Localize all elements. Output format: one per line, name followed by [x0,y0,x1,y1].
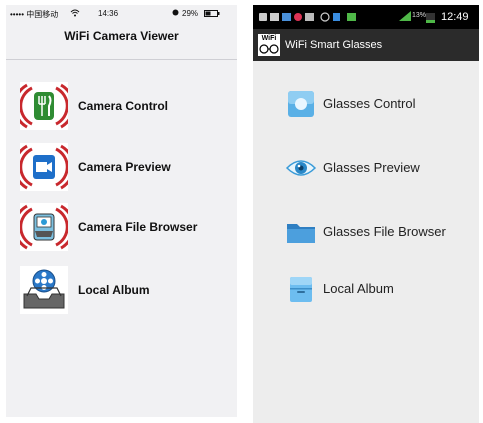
clock-label: 14:36 [98,9,119,18]
status-bar: ••••• 中国移动 14:36 29% [6,5,237,22]
menu-item-label: Camera Preview [78,160,171,174]
android-screen: 13% 12:49 WiFi WiFi Smart Glasses Glasse… [253,5,479,423]
menu-item-camera-control[interactable]: Camera Control [6,82,237,130]
app-title: WiFi Smart Glasses [285,39,383,51]
battery-percent: 29% [182,9,199,18]
menu-item-glasses-preview[interactable]: Glasses Preview [253,148,479,188]
menu-item-label: Local Album [323,281,394,296]
ios-screen: ••••• 中国移动 14:36 29% WiFi Camera Viewer [6,5,237,417]
app-icon-text: WiFi [261,35,277,42]
control-square-icon [285,88,317,120]
menu-item-label: Local Album [78,283,150,297]
menu-item-camera-preview[interactable]: Camera Preview [6,143,237,191]
menu-item-local-album[interactable]: Local Album [253,269,479,309]
film-reel-icon [20,266,68,314]
menu-item-label: Glasses Control [323,96,416,111]
alarm-icon [172,9,179,18]
battery-percent: 13% [412,12,427,19]
notification-icons [259,12,357,25]
app-icon: WiFi [258,34,280,56]
signal-icon [399,11,411,24]
menu-item-glasses-file-browser[interactable]: Glasses File Browser [253,212,479,252]
menu-item-glasses-control[interactable]: Glasses Control [253,84,479,124]
album-box-icon [285,273,317,305]
fork-knife-icon [13,82,75,130]
menu-item-label: Glasses File Browser [323,224,446,239]
menu-item-label: Camera Control [78,99,169,113]
status-bar: 13% 12:49 [253,5,479,29]
eye-icon [285,152,317,184]
file-browser-icon [13,203,75,251]
menu-item-label: Camera File Browser [78,220,198,234]
nav-divider [6,59,237,60]
battery-icon [204,10,220,19]
carrier-label: ••••• 中国移动 [10,10,59,19]
nav-title: WiFi Camera Viewer [64,29,179,43]
menu-item-local-album[interactable]: Local Album [6,266,237,314]
action-bar: WiFi WiFi Smart Glasses [253,29,479,61]
wifi-icon [70,9,80,19]
battery-icon [426,13,435,26]
menu-item-camera-file-browser[interactable]: Camera File Browser [6,203,237,251]
folder-icon [285,216,317,248]
menu-item-label: Glasses Preview [323,160,420,175]
video-camera-icon [13,143,75,191]
clock-label: 12:49 [441,11,469,23]
